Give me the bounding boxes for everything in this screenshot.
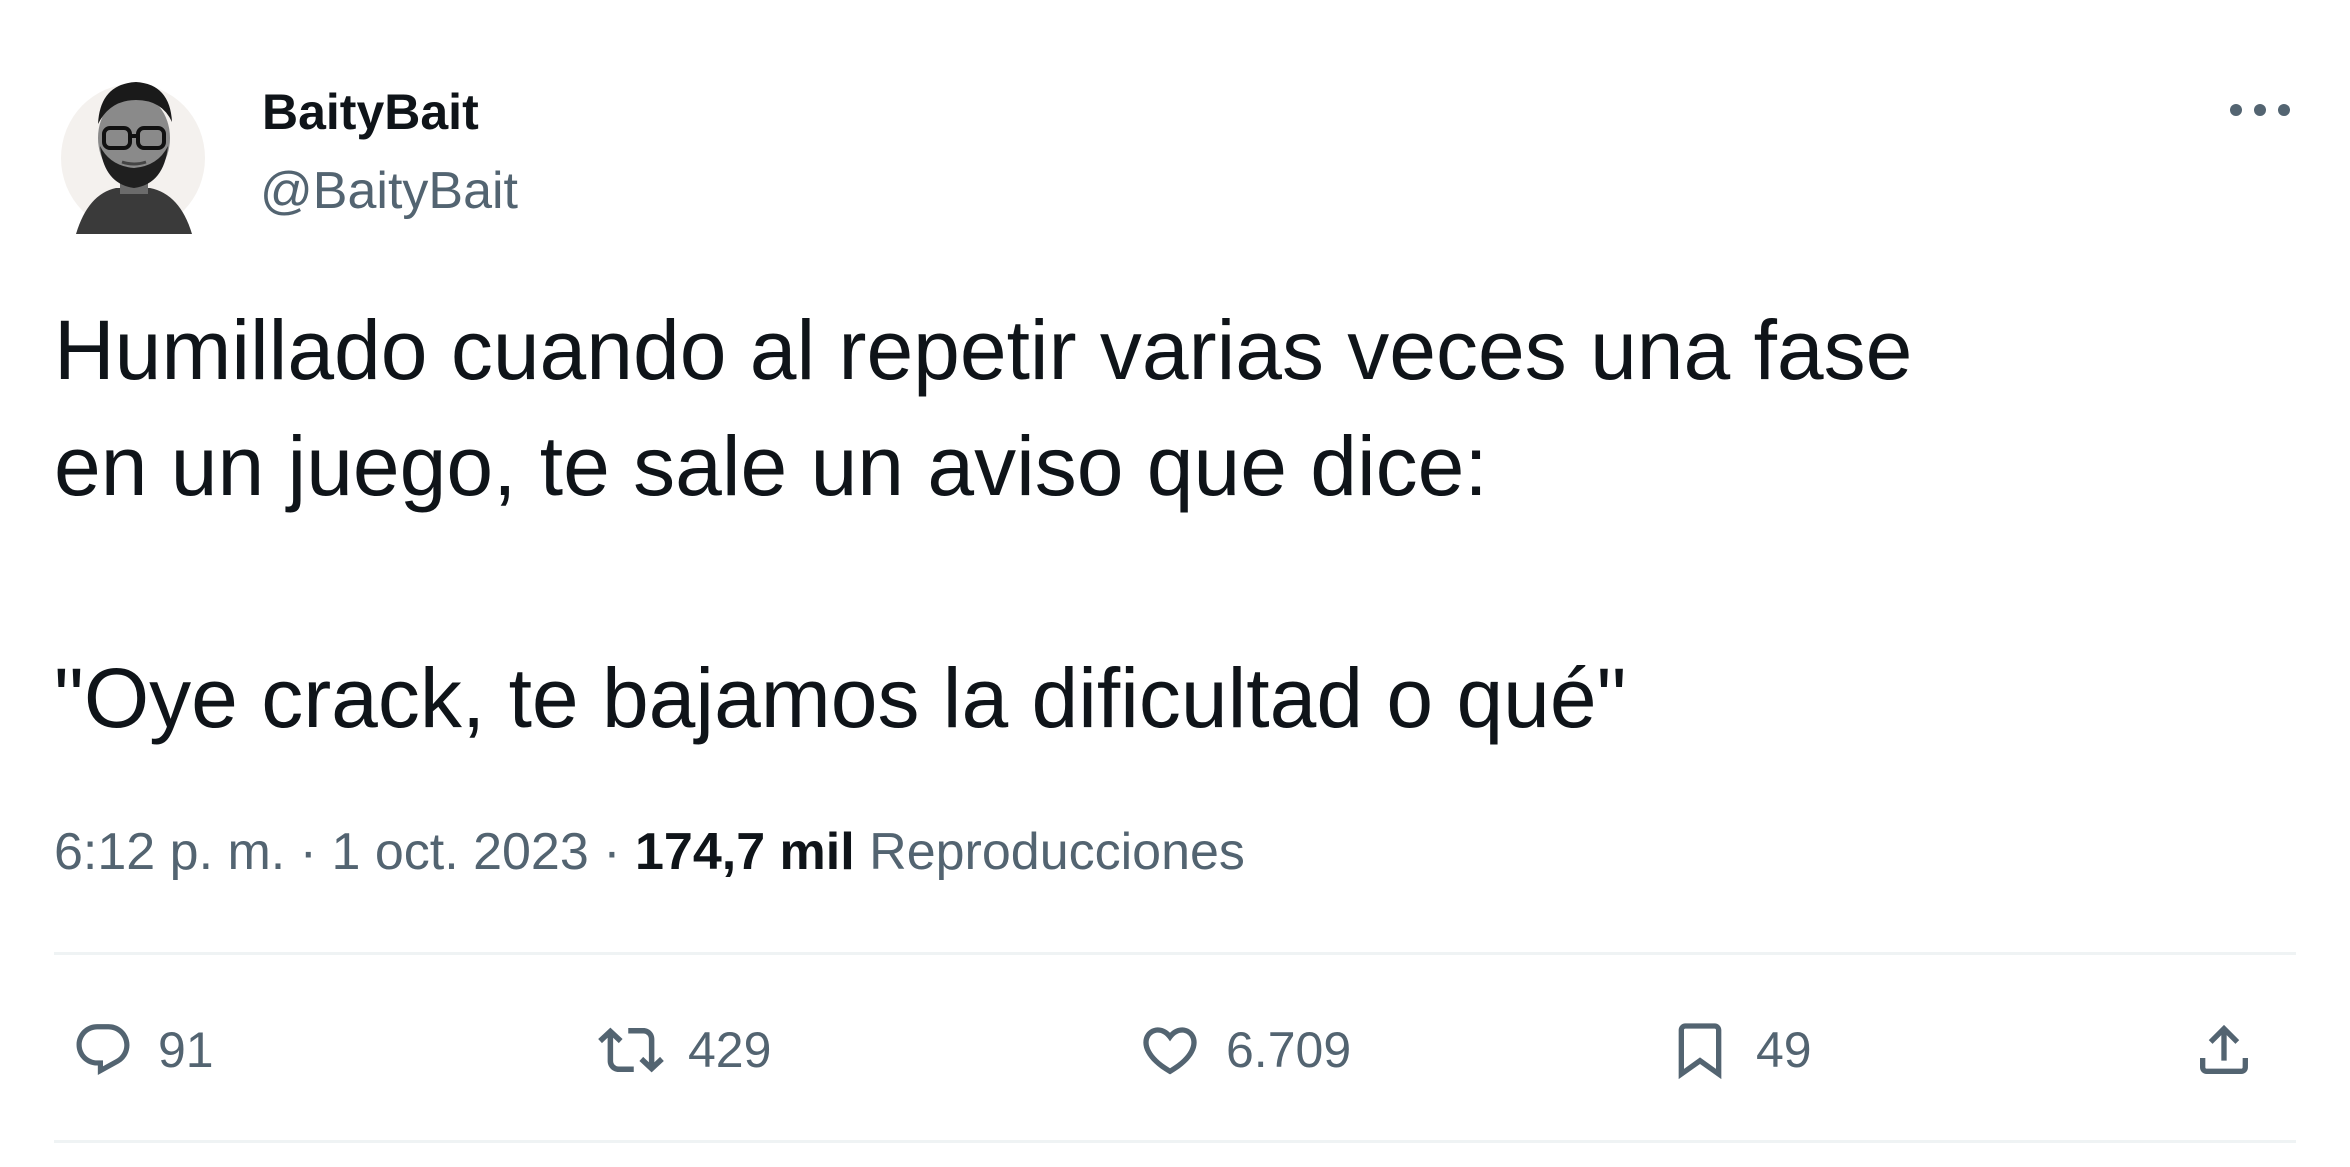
tweet-text-line: en un juego, te sale un aviso que dice: [54,419,1488,513]
avatar-portrait-icon [61,82,205,234]
tweet-date[interactable]: 1 oct. 2023 [331,823,588,881]
more-horizontal-icon [2230,104,2290,116]
tweet-text-line: Humillado cuando al repetir varias veces… [54,303,1913,397]
author-handle[interactable]: @BaityBait [260,160,518,222]
avatar[interactable] [58,66,208,236]
heart-icon [1143,1027,1197,1075]
author-display-name[interactable]: BaityBait [262,82,479,142]
bookmark-count: 49 [1756,1022,1812,1078]
retweet-icon [598,1027,664,1073]
reply-icon [76,1024,130,1076]
more-options-button[interactable] [2215,80,2305,140]
retweet-count: 429 [688,1022,772,1078]
share-button[interactable] [2192,1010,2256,1090]
share-icon [2200,1024,2248,1074]
views-count[interactable]: 174,7 mil [635,823,855,881]
divider [54,952,2296,955]
bookmark-button[interactable]: 49 [1668,1010,1812,1090]
divider [54,1140,2296,1143]
meta-separator: · [285,823,332,881]
bookmark-icon [1678,1023,1722,1080]
tweet-text: Humillado cuando al repetir varias veces… [54,292,2314,756]
tweet-meta: 6:12 p. m. · 1 oct. 2023 · 174,7 mil Rep… [54,820,1245,884]
views-label[interactable]: Reproducciones [855,823,1245,881]
reply-count: 91 [158,1022,214,1078]
reply-button[interactable]: 91 [72,1010,214,1090]
tweet-quote-line: "Oye crack, te bajamos la dificultad o q… [54,651,1627,745]
retweet-button[interactable]: 429 [598,1010,771,1090]
tweet-card: BaityBait @BaityBait Humillado cuando al… [0,0,2350,1167]
like-count: 6.709 [1226,1022,1352,1078]
like-button[interactable]: 6.709 [1138,1010,1351,1090]
meta-separator: · [588,823,635,881]
tweet-time[interactable]: 6:12 p. m. [54,823,285,881]
